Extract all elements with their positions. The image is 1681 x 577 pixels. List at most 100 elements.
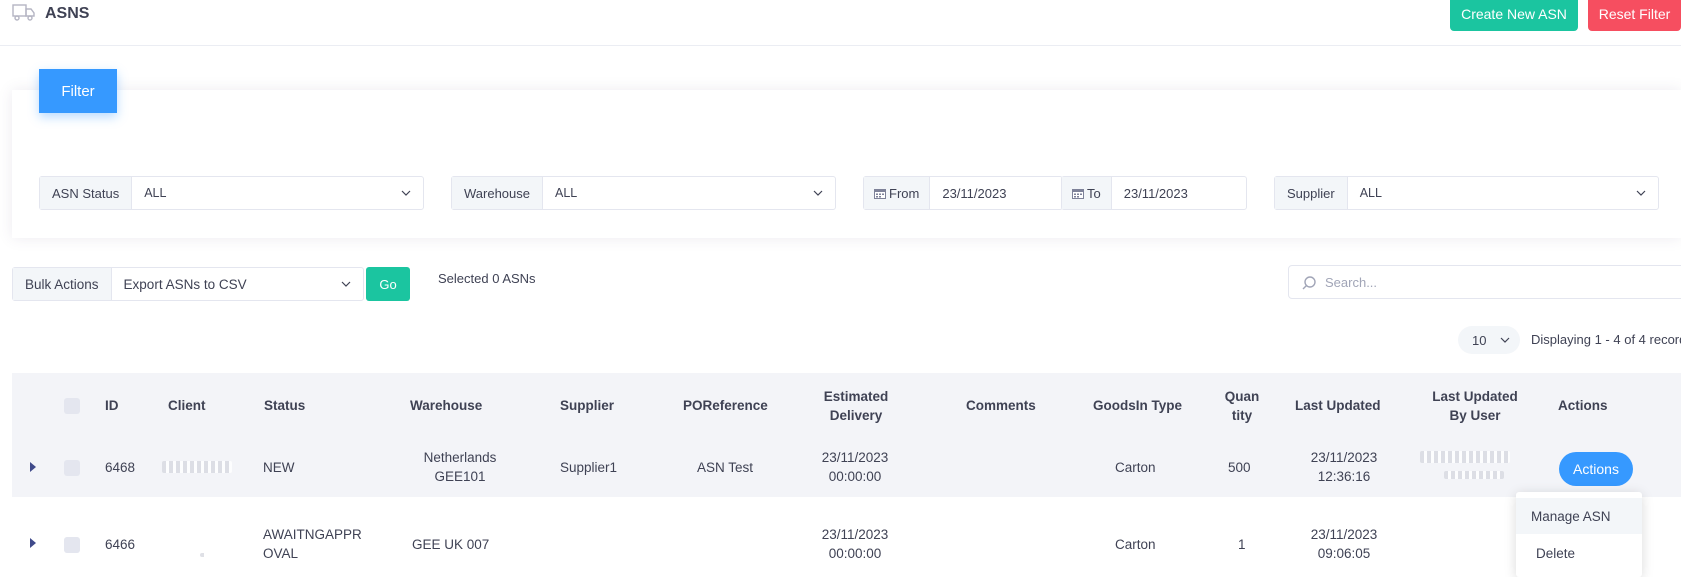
go-button[interactable]: Go bbox=[366, 267, 410, 301]
cell-last-updated: 23/11/2023 12:36:16 bbox=[1299, 448, 1389, 486]
th-quantity[interactable]: Quan tity bbox=[1222, 387, 1262, 425]
client-redacted bbox=[200, 553, 206, 557]
cell-last-updated-line1: 23/11/2023 bbox=[1310, 527, 1378, 542]
asn-status-select[interactable]: ASN Status ALL bbox=[39, 176, 424, 210]
to-label-text: To bbox=[1087, 185, 1101, 201]
chevron-down-icon bbox=[813, 190, 823, 196]
cell-goodsin-type: Carton bbox=[1115, 537, 1156, 552]
calendar-icon bbox=[1072, 188, 1084, 199]
bulk-actions-select[interactable]: Bulk Actions Export ASNs to CSV bbox=[12, 267, 364, 301]
chevron-down-icon bbox=[341, 281, 351, 287]
cell-warehouse-line1: Netherlands bbox=[423, 450, 497, 465]
select-all-checkbox[interactable] bbox=[64, 398, 80, 414]
asn-status-label: ASN Status bbox=[40, 177, 133, 209]
menu-item-manage-asn[interactable]: Manage ASN bbox=[1516, 498, 1642, 534]
expand-row-icon[interactable] bbox=[30, 538, 36, 548]
cell-poreference: ASN Test bbox=[697, 460, 754, 475]
th-poreference[interactable]: POReference bbox=[683, 396, 768, 415]
supplier-label: Supplier bbox=[1275, 177, 1348, 209]
table-header: ID Client Status Warehouse Supplier PORe… bbox=[12, 373, 1681, 437]
th-last-updated-by-user[interactable]: Last Updated By User bbox=[1427, 387, 1523, 425]
search-input[interactable]: Search... bbox=[1288, 265, 1681, 299]
warehouse-value[interactable]: ALL bbox=[543, 177, 835, 209]
chevron-down-icon bbox=[401, 190, 411, 196]
th-quantity-line2: tity bbox=[1231, 408, 1253, 423]
cell-status-line1: AWAITNGAPPR bbox=[263, 527, 362, 542]
from-date-group[interactable]: From 23/11/2023 bbox=[863, 176, 1063, 210]
page-size-select[interactable]: 10 bbox=[1458, 326, 1520, 354]
actions-dropdown-menu: Manage ASN Delete bbox=[1516, 492, 1642, 577]
expand-row-icon[interactable] bbox=[30, 462, 36, 472]
calendar-icon bbox=[874, 188, 886, 199]
search-icon bbox=[1302, 276, 1316, 290]
th-comments[interactable]: Comments bbox=[966, 396, 1036, 415]
th-client[interactable]: Client bbox=[168, 396, 206, 415]
cell-quantity: 1 bbox=[1238, 537, 1246, 552]
supplier-selected: ALL bbox=[1359, 186, 1382, 200]
to-date-input[interactable]: 23/11/2023 bbox=[1112, 177, 1246, 209]
chevron-down-icon bbox=[1500, 337, 1510, 343]
menu-item-delete[interactable]: Delete bbox=[1516, 535, 1642, 571]
th-estimated-delivery[interactable]: Estimated Delivery bbox=[820, 387, 892, 425]
supplier-value[interactable]: ALL bbox=[1348, 177, 1658, 209]
th-actions: Actions bbox=[1558, 398, 1608, 413]
cell-warehouse-line2: GEE101 bbox=[434, 469, 486, 484]
user-redacted bbox=[1444, 471, 1504, 479]
supplier-select[interactable]: Supplier ALL bbox=[1274, 176, 1659, 210]
warehouse-label: Warehouse bbox=[452, 177, 543, 209]
cell-estimated-line2: 00:00:00 bbox=[828, 546, 882, 561]
row-checkbox[interactable] bbox=[64, 460, 80, 476]
th-goodsin-type[interactable]: GoodsIn Type bbox=[1093, 396, 1182, 415]
from-label-text: From bbox=[889, 185, 920, 201]
selected-count-text: Selected 0 ASNs bbox=[438, 271, 536, 286]
cell-estimated-delivery: 23/11/2023 00:00:00 bbox=[810, 448, 900, 486]
cell-last-updated: 23/11/2023 09:06:05 bbox=[1299, 525, 1389, 563]
reset-filter-button[interactable]: Reset Filter bbox=[1588, 0, 1681, 31]
cell-status: AWAITNGAPPR OVAL bbox=[263, 525, 362, 563]
records-display-text: Displaying 1 - 4 of 4 records bbox=[1531, 332, 1681, 347]
warehouse-selected: ALL bbox=[555, 186, 578, 200]
search-placeholder: Search... bbox=[1325, 274, 1378, 290]
th-last-updated-by-line2: By User bbox=[1449, 408, 1501, 423]
filter-panel bbox=[12, 90, 1681, 238]
th-id[interactable]: ID bbox=[105, 396, 119, 415]
th-supplier[interactable]: Supplier bbox=[560, 396, 614, 415]
cell-estimated-delivery: 23/11/2023 00:00:00 bbox=[810, 525, 900, 563]
row-checkbox[interactable] bbox=[64, 537, 80, 553]
th-warehouse[interactable]: Warehouse bbox=[410, 396, 482, 415]
filter-tab[interactable]: Filter bbox=[39, 69, 117, 113]
page-size-value: 10 bbox=[1472, 332, 1487, 348]
from-date-input[interactable]: 23/11/2023 bbox=[930, 177, 1062, 209]
cell-estimated-line1: 23/11/2023 bbox=[821, 450, 889, 465]
asn-status-value[interactable]: ALL bbox=[132, 177, 423, 209]
th-last-updated-by-line1: Last Updated bbox=[1432, 389, 1518, 404]
user-redacted bbox=[1420, 451, 1510, 463]
cell-warehouse: Netherlands GEE101 bbox=[400, 448, 520, 486]
to-label: To bbox=[1062, 177, 1112, 209]
th-status[interactable]: Status bbox=[264, 396, 305, 415]
from-label: From bbox=[864, 177, 931, 209]
truck-icon bbox=[12, 4, 35, 21]
warehouse-select[interactable]: Warehouse ALL bbox=[451, 176, 836, 210]
bulk-actions-selected: Export ASNs to CSV bbox=[123, 276, 247, 292]
create-new-asn-button[interactable]: Create New ASN bbox=[1450, 0, 1578, 31]
to-date-group[interactable]: To 23/11/2023 bbox=[1061, 176, 1247, 210]
th-quantity-line1: Quan bbox=[1224, 389, 1260, 404]
cell-last-updated-line1: 23/11/2023 bbox=[1310, 450, 1378, 465]
cell-status-line2: OVAL bbox=[263, 546, 299, 561]
table-row[interactable]: 6468 NEW Netherlands GEE101 Supplier1 AS… bbox=[12, 437, 1681, 497]
bulk-actions-label: Bulk Actions bbox=[13, 268, 112, 300]
cell-status: NEW bbox=[263, 460, 295, 475]
cell-estimated-line1: 23/11/2023 bbox=[821, 527, 889, 542]
bulk-actions-value[interactable]: Export ASNs to CSV bbox=[112, 268, 363, 300]
th-last-updated[interactable]: Last Updated bbox=[1295, 396, 1381, 415]
client-redacted bbox=[162, 461, 232, 473]
table-row[interactable]: 6466 AWAITNGAPPR OVAL GEE UK 007 23/11/2… bbox=[12, 497, 1681, 577]
actions-button[interactable]: Actions bbox=[1559, 452, 1633, 486]
th-estimated-line2: Delivery bbox=[829, 408, 883, 423]
cell-goodsin-type: Carton bbox=[1115, 460, 1156, 475]
cell-last-updated-line2: 09:06:05 bbox=[1317, 546, 1371, 561]
cell-estimated-line2: 00:00:00 bbox=[828, 469, 882, 484]
cell-id: 6466 bbox=[105, 537, 136, 552]
cell-quantity: 500 bbox=[1228, 460, 1251, 475]
